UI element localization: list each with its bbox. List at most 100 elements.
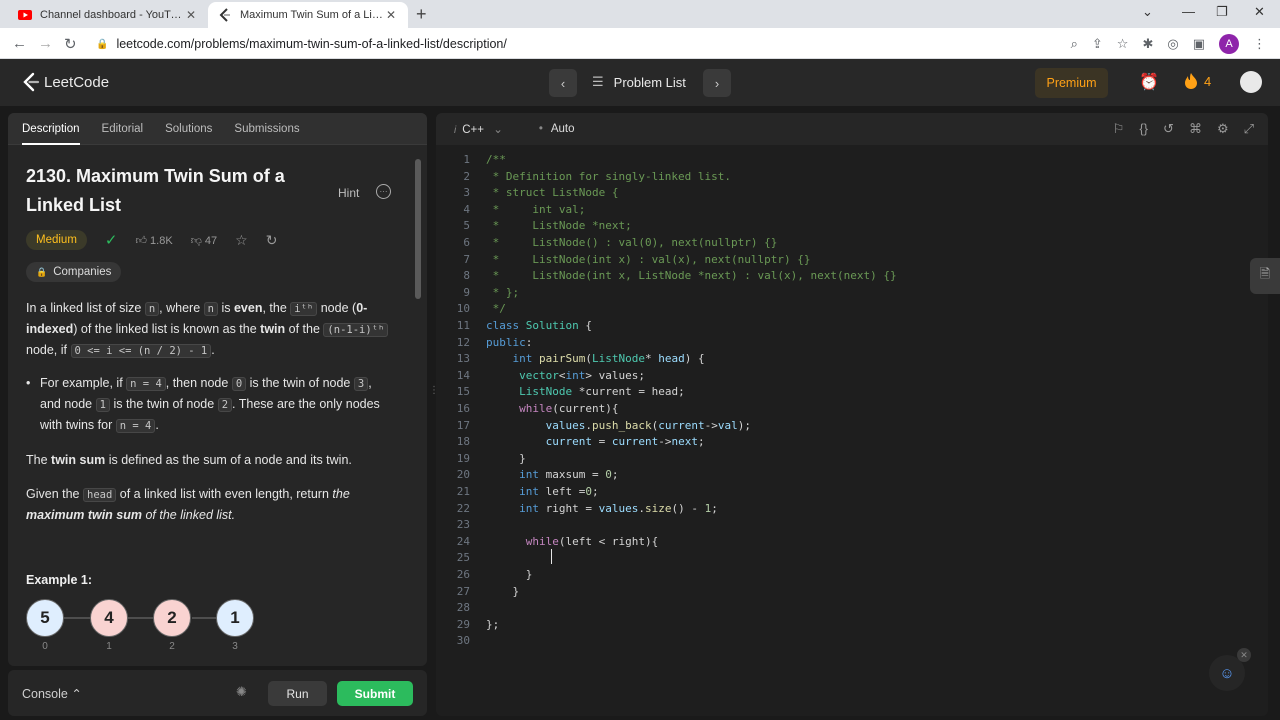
premium-button[interactable]: Premium	[1035, 68, 1108, 98]
language-select[interactable]: i C++ ⌄	[454, 122, 503, 136]
side-panel-icon[interactable]: ▣	[1193, 36, 1205, 52]
run-button[interactable]: Run	[268, 681, 327, 706]
profile-avatar[interactable]: A	[1219, 34, 1239, 54]
panel-resize-handle[interactable]: ⋮	[429, 385, 439, 399]
line-number: 28	[456, 601, 470, 615]
prev-problem-button[interactable]: ‹	[549, 69, 577, 97]
line-number: 17	[456, 418, 470, 432]
alarm-clock-icon[interactable]: ⏰	[1139, 72, 1159, 92]
close-window-icon[interactable]: ✕	[1254, 4, 1265, 20]
problem-list-button[interactable]: ☰ Problem List	[592, 74, 686, 90]
user-avatar[interactable]	[1240, 71, 1262, 93]
line-number: 19	[456, 451, 470, 465]
line-number: 18	[456, 435, 470, 449]
code-text: while(left < right){	[525, 534, 659, 548]
line-number: 15	[456, 385, 470, 399]
tab-solutions[interactable]: Solutions	[165, 123, 212, 135]
youtube-icon	[18, 8, 32, 22]
notes-icon[interactable]: 🗎	[1250, 258, 1280, 294]
zoom-icon[interactable]: ⌕	[1071, 36, 1078, 52]
problem-title: 2130. Maximum Twin Sum of a Linked List	[26, 166, 285, 215]
code-text: }	[486, 451, 526, 465]
code-text: values.push_back(current->val);	[545, 418, 751, 432]
shortcut-icon[interactable]: ⌘	[1189, 121, 1202, 137]
line-number: 29	[456, 617, 470, 631]
desc-text: node (	[320, 301, 357, 315]
line-number: 3	[463, 186, 470, 200]
url-field[interactable]: 🔒 leetcode.com/problems/maximum-twin-sum…	[96, 33, 1056, 55]
companies-tag[interactable]: 🔒 Companies	[26, 262, 122, 282]
maximize-icon[interactable]: ❐	[1216, 4, 1228, 20]
hint-button[interactable]: Hint	[338, 186, 359, 200]
like-button[interactable]: 👍︎ 1.8K	[135, 234, 172, 247]
bookmark-icon[interactable]: ⚐	[1113, 121, 1125, 137]
close-tab-icon[interactable]: ✕	[184, 8, 198, 22]
para-bold: twin sum	[51, 453, 106, 467]
line-number: 6	[463, 236, 470, 249]
bullet-text: is the twin of node	[113, 397, 215, 411]
line-number: 5	[463, 219, 470, 233]
console-toggle[interactable]: Console ⌃	[22, 686, 82, 701]
problem-meta: Medium ✓ 👍︎ 1.8K 👎︎ 47 ☆ ↻	[26, 230, 394, 250]
leetcode-favicon-icon	[218, 8, 232, 22]
line-number: 30	[456, 634, 470, 648]
more-options-icon[interactable]: ···	[376, 184, 391, 199]
debug-bug-icon[interactable]: ✺	[236, 684, 247, 700]
reload-icon[interactable]: ↻	[64, 35, 77, 53]
back-icon[interactable]: ←	[12, 35, 27, 52]
next-problem-button[interactable]: ›	[703, 69, 731, 97]
mode-select[interactable]: • Auto	[539, 123, 575, 135]
scrollbar-thumb[interactable]	[415, 159, 421, 299]
line-number: 20	[456, 468, 470, 482]
share-icon[interactable]: ⇪	[1092, 36, 1103, 52]
list-node: 2	[153, 599, 191, 637]
line-number: 11	[456, 319, 470, 332]
forward-icon[interactable]: →	[38, 35, 53, 52]
close-feedback-icon[interactable]: ✕	[1237, 648, 1251, 662]
favorite-star-icon[interactable]: ☆	[235, 232, 248, 249]
line-number: 16	[456, 402, 470, 415]
browser-tab-youtube[interactable]: Channel dashboard - YouTube Studio ✕	[8, 2, 208, 28]
leetcode-logo[interactable]: LeetCode	[22, 72, 109, 92]
node-index: 3	[232, 641, 238, 652]
fullscreen-icon[interactable]: ⤢	[1244, 121, 1254, 137]
line-number: 1	[463, 153, 470, 166]
reset-icon[interactable]: ↺	[1163, 121, 1174, 137]
code-text: int left =0;	[519, 485, 599, 498]
share-icon[interactable]: ↻	[266, 232, 278, 249]
code-text: };	[486, 617, 500, 631]
braces-icon[interactable]: {}	[1139, 121, 1148, 137]
submit-button[interactable]: Submit	[337, 681, 413, 706]
code-text: * ListNode() : val(0), next(nullptr) {}	[486, 236, 778, 249]
node-index: 1	[106, 641, 112, 652]
list-node: 1	[216, 599, 254, 637]
chevron-up-icon: ⌃	[71, 687, 82, 701]
browser-tab-leetcode[interactable]: Maximum Twin Sum of a Linked List ✕	[208, 2, 408, 28]
streak-counter[interactable]: 4	[1184, 72, 1211, 90]
code-text: current = current->next;	[545, 435, 705, 449]
new-tab-icon[interactable]: +	[416, 4, 427, 25]
tab-submissions[interactable]: Submissions	[234, 123, 299, 135]
dislike-button[interactable]: 👎︎ 47	[191, 234, 217, 247]
desc-text: , the	[262, 301, 287, 315]
code-text: ListNode *current = head;	[519, 385, 685, 399]
chevron-down-icon: ⌄	[493, 124, 503, 136]
tab-editorial[interactable]: Editorial	[102, 123, 144, 135]
extensions-icon[interactable]: ✱	[1142, 36, 1153, 52]
code-text: class Solution {	[486, 319, 592, 332]
tab-search-icon[interactable]: ⌄	[1142, 4, 1153, 20]
extension-icon[interactable]: ◎	[1167, 36, 1178, 52]
url-text: leetcode.com/problems/maximum-twin-sum-o…	[116, 37, 507, 51]
code-editor[interactable]: 1 /** 2 * Definition for singly-linked lis…	[436, 153, 1256, 673]
minimize-icon[interactable]: —	[1182, 4, 1195, 19]
problem-list-label: Problem List	[613, 74, 686, 90]
description-scrollbar[interactable]	[412, 145, 424, 665]
para-text: Given the	[26, 487, 80, 501]
close-tab-icon[interactable]: ✕	[384, 8, 398, 22]
settings-gear-icon[interactable]: ⚙	[1217, 121, 1229, 137]
tab-description[interactable]: Description	[22, 123, 80, 145]
desc-bold: even	[233, 301, 263, 315]
menu-icon[interactable]: ⋮	[1253, 36, 1266, 52]
bookmark-star-icon[interactable]: ☆	[1117, 36, 1129, 52]
para-text: is defined as the sum of a node and its …	[108, 453, 352, 467]
